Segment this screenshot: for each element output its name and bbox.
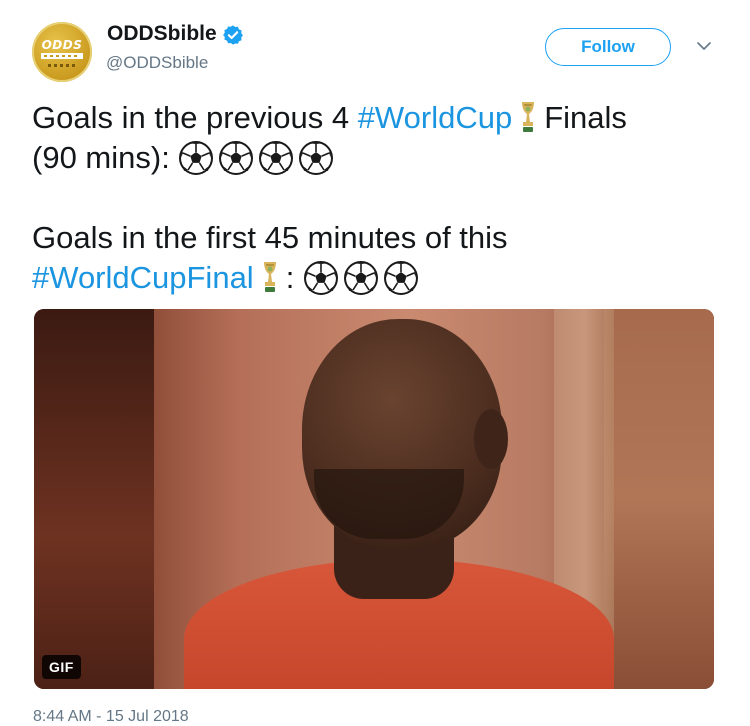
tweet-timestamp[interactable]: 8:44 AM - 15 Jul 2018 <box>33 708 189 726</box>
tweet-card: ODDS ODDSbible @ODDSbible Follow Goals i… <box>0 0 750 726</box>
chevron-down-icon[interactable] <box>695 39 713 53</box>
avatar[interactable]: ODDS <box>32 22 92 82</box>
tweet-text-fragment: : <box>285 260 295 295</box>
soccer-ball-icon <box>299 141 334 175</box>
avatar-logo-dots <box>48 64 76 67</box>
tweet-line-4: #WorldCupFinal : <box>32 258 722 298</box>
soccer-ball-group <box>303 260 423 295</box>
soccer-ball-icon <box>219 141 254 175</box>
tweet-text-fragment: Finals <box>544 100 627 135</box>
avatar-logo-bar <box>41 53 83 59</box>
verified-badge-icon <box>223 25 243 45</box>
tweet-text-fragment: (90 mins): <box>32 140 170 175</box>
media-figure-ear <box>474 409 508 469</box>
gif-media[interactable]: GIF <box>34 309 714 689</box>
soccer-ball-icon <box>383 261 418 295</box>
user-handle[interactable]: @ODDSbible <box>106 53 208 73</box>
tweet-line-2: (90 mins): <box>32 138 722 178</box>
tweet-text-fragment: Goals in the first 45 minutes of this <box>32 220 508 255</box>
soccer-ball-icon <box>343 261 378 295</box>
avatar-logo-text: ODDS <box>41 38 83 52</box>
soccer-ball-group <box>178 140 338 175</box>
trophy-icon <box>522 102 535 132</box>
gif-badge: GIF <box>42 655 81 679</box>
soccer-ball-icon <box>303 261 338 295</box>
tweet-text: Goals in the previous 4 #WorldCup Finals… <box>32 98 722 298</box>
tweet-text-fragment: Goals in the previous 4 <box>32 100 358 135</box>
hashtag-link-worldcup[interactable]: #WorldCup <box>358 100 513 135</box>
media-background <box>604 309 714 689</box>
media-background <box>34 309 154 689</box>
hashtag-link-worldcupfinal[interactable]: #WorldCupFinal <box>32 260 254 295</box>
soccer-ball-icon <box>179 141 214 175</box>
display-name[interactable]: ODDSbible <box>107 22 217 46</box>
soccer-ball-icon <box>259 141 294 175</box>
trophy-icon <box>263 262 276 292</box>
tweet-line-1: Goals in the previous 4 #WorldCup Finals <box>32 98 722 138</box>
follow-button[interactable]: Follow <box>545 28 671 66</box>
tweet-line-3: Goals in the first 45 minutes of this <box>32 218 722 258</box>
